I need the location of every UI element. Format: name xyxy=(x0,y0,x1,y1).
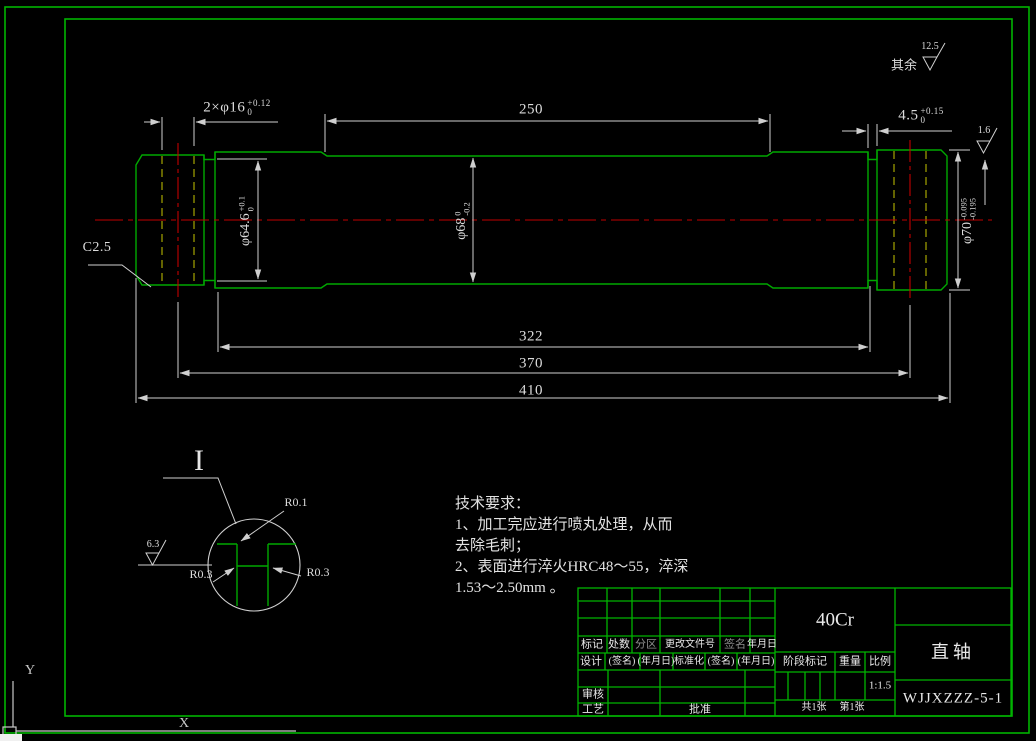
tech-req-line: 1.53～2.50mm 。 xyxy=(455,580,565,596)
cad-viewport[interactable]: 其余 12.5 2×φ16 +0.12 0 250 4.5 +0.15 0 322 37… xyxy=(0,0,1036,741)
tb-material: 40Cr xyxy=(816,609,854,631)
tb-review: 审核 xyxy=(582,688,604,701)
screen-artifact xyxy=(0,734,22,741)
tb-standardize: 标准化 xyxy=(674,656,704,667)
dim-chamfer: C2.5 xyxy=(82,240,112,255)
tb-sheet-no: 第1张 xyxy=(839,702,865,713)
tb-scale-value: 1:1.5 xyxy=(868,679,892,692)
detail-label: I xyxy=(194,444,204,477)
dim-250: 250 xyxy=(519,101,543,118)
tb-standardize-sign: (签名) xyxy=(707,656,735,667)
tech-req-line: 2、表面进行淬火HRC48～55，淬深 xyxy=(455,559,689,575)
dim-holes: 2×φ16 +0.12 0 xyxy=(203,98,271,117)
dim-370: 370 xyxy=(519,355,543,372)
ucs-y-label: Y xyxy=(24,663,36,678)
tb-approve: 批准 xyxy=(689,703,711,716)
tech-req-line: 去除毛刺； xyxy=(455,538,531,554)
tb-header-docno: 更改文件号 xyxy=(665,639,715,650)
dim-410: 410 xyxy=(519,382,543,399)
detail-view-linework xyxy=(138,477,302,612)
tech-req-title: 技术要求： xyxy=(455,496,531,512)
ucs-x-label: X xyxy=(178,716,190,731)
tb-header-zone: 分区 xyxy=(635,638,657,651)
tb-header-count: 处数 xyxy=(608,638,630,651)
tb-stage-mark: 阶段标记 xyxy=(783,655,827,668)
tb-design-date: (年月日) xyxy=(637,656,675,667)
tb-sheets: 共1张 xyxy=(801,702,827,713)
dim-groove-width: 4.5 +0.15 0 xyxy=(898,106,944,125)
dim-dia-68: φ68 0 -0.2 xyxy=(452,202,472,240)
tech-req-line: 1、加工完应进行喷丸处理，从而 xyxy=(455,517,673,533)
tb-standardize-date: (年月日) xyxy=(737,656,775,667)
tech-requirements: 技术要求： 1、加工完应进行喷丸处理，从而 去除毛刺； 2、表面进行淬火HRC4… xyxy=(455,494,688,599)
drawing-border xyxy=(4,6,1030,734)
surface-note-prefix: 其余 xyxy=(890,57,918,73)
tb-header-mark: 标记 xyxy=(581,638,603,651)
tb-weight: 重量 xyxy=(839,655,861,668)
roughness-detail-value: 6.3 xyxy=(146,539,160,550)
roughness-right-value: 1.6 xyxy=(977,125,991,136)
surface-note-value: 12.5 xyxy=(921,41,939,52)
tb-header-date: 年月日 xyxy=(747,639,777,650)
tb-process: 工艺 xyxy=(582,703,604,716)
ucs-icon xyxy=(2,681,296,741)
dim-dia-70: φ70 -0.095 -0.195 xyxy=(958,197,978,245)
drawing-canvas xyxy=(0,6,1030,741)
detail-groove-profile xyxy=(217,543,296,606)
tb-part-name: 直轴 xyxy=(931,642,975,662)
detail-r-left: R0.3 xyxy=(189,567,213,581)
tb-scale-label: 比例 xyxy=(869,655,891,668)
dim-322: 322 xyxy=(519,328,543,345)
detail-r-top: R0.1 xyxy=(284,495,308,509)
detail-r-right: R0.3 xyxy=(306,565,330,579)
centerlines xyxy=(95,140,992,300)
tb-drawing-no: WJJXZZZ-5-1 xyxy=(902,690,1004,707)
tb-design: 设计 xyxy=(580,655,602,668)
tb-header-sign: 签名 xyxy=(724,638,746,651)
tb-design-sign: (签名) xyxy=(608,656,636,667)
dim-dia-64-6: φ64.6 +0.1 0 xyxy=(236,195,256,247)
